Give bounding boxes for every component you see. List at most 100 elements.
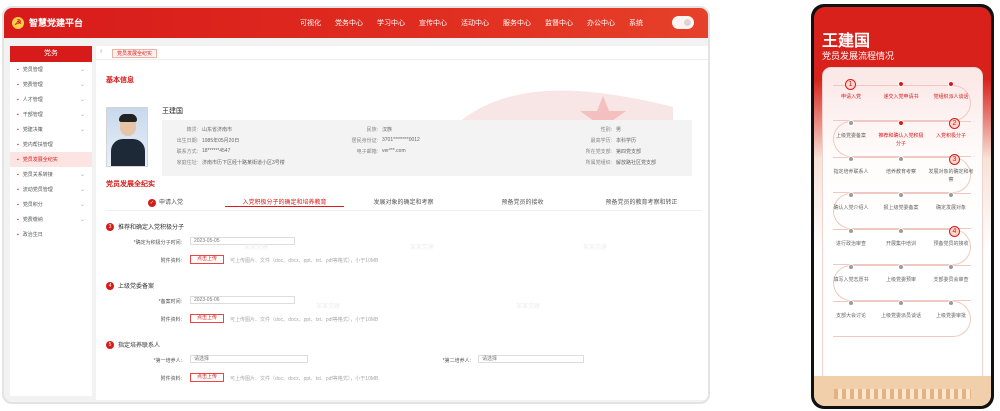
party-emblem-icon: ☭ <box>12 16 24 29</box>
flow-dot <box>898 228 904 234</box>
flow-dot <box>948 81 954 87</box>
flow-step-dot-3: 3 <box>949 154 960 165</box>
flow-step-review[interactable]: 进行政治审查 <box>828 240 874 248</box>
flow-dot <box>848 300 854 306</box>
mobile-flow-card: 1 申请入党 递交入党申请书 党组织派人谈话 2 入党积极分子 推荐和确认入党积… <box>822 67 983 387</box>
flow-dot <box>898 120 904 126</box>
sidebar-item-talent[interactable]: 人才管理⌄ <box>10 92 92 107</box>
desktop-window: ☭ 智慧党建平台 可视化 党务中心 学习中心 宣传中心 活动中心 服务中心 监督中… <box>2 6 710 404</box>
sidebar-item-transfer[interactable]: 党员关系转接⌄ <box>10 167 92 182</box>
flow-step-report[interactable]: 报上级党委备案 <box>878 204 924 212</box>
top-navigation-bar: ☭ 智慧党建平台 可视化 党务中心 学习中心 宣传中心 活动中心 服务中心 监督中… <box>4 8 708 38</box>
upload-label-1: 附件资料: <box>160 258 182 264</box>
flow-step-branch-review[interactable]: 支部委员会审查 <box>928 276 974 284</box>
back-arrow-icon[interactable]: ‹ <box>100 48 102 55</box>
flow-step-education[interactable]: 培养教育考察 <box>878 168 924 176</box>
step-apply[interactable]: 申请入党 <box>106 197 225 207</box>
basic-info-title: 基本信息 <box>106 77 134 84</box>
flow-step-dot-1: 1 <box>845 79 856 90</box>
upload-button-2[interactable]: 点击上传 <box>190 314 225 323</box>
field-value-phone: 18******4547 <box>202 148 231 154</box>
step-candidate[interactable]: 发展对象的确定和考察 <box>344 197 463 206</box>
sidebar-item-cadre[interactable]: 干部管理⌄ <box>10 107 92 122</box>
flow-dot <box>948 264 954 270</box>
sidebar-item-dues[interactable]: 党费管理⌄ <box>10 77 92 92</box>
nav-system[interactable]: 系统 <box>629 18 643 28</box>
flow-step-probationary[interactable]: 预备党员的接收 <box>928 240 974 248</box>
flow-step-approval[interactable]: 上级党委审批 <box>928 312 974 320</box>
nav-learning[interactable]: 学习中心 <box>377 18 405 28</box>
watermark: 某某党建 <box>516 304 541 310</box>
upload-button-3[interactable]: 点击上传 <box>190 373 225 382</box>
mobile-subtitle: 党员发展流程情况 <box>822 51 895 61</box>
flow-step-talk[interactable]: 党组织派人谈话 <box>928 93 974 101</box>
watermark: 某某党建 <box>410 245 435 251</box>
date-input-filing[interactable]: 2023-05-06 <box>190 296 295 304</box>
sidebar-item-points[interactable]: 党员积分⌄ <box>10 197 92 212</box>
field-label-email: 电子邮箱: <box>356 149 378 155</box>
field-label-phone: 联系方式: <box>176 149 198 155</box>
flow-dot <box>898 156 904 162</box>
flow-step-branch-meeting[interactable]: 支部大会讨论 <box>828 312 874 320</box>
chevron-down-icon: ⌄ <box>79 172 85 178</box>
flow-step-application-form[interactable]: 填写入党志愿书 <box>828 276 874 284</box>
nav-activities[interactable]: 活动中心 <box>461 18 489 28</box>
field-value-native-place: 山东省济南市 <box>202 127 233 133</box>
form-section-recommend: 3 推荐和确定入党积极分子 <box>106 222 184 231</box>
sidebar-item-political-birthday[interactable]: 政治生日 <box>10 227 92 242</box>
sidebar-header: 党务 <box>10 46 92 62</box>
nav-supervision[interactable]: 监督中心 <box>545 18 573 28</box>
flow-step-candidate[interactable]: 发展对象的确定和考察 <box>928 168 974 184</box>
sidebar-item-dues-payment[interactable]: 党费缴纳⌄ <box>10 212 92 227</box>
flow-dot <box>948 300 954 306</box>
sidebar-item-assistance[interactable]: 党内帮扶管理 <box>10 137 92 152</box>
basic-info-card: 王建国 籍贯: 山东省济南市 出生日期: 1985年05月20日 联系方式: 1… <box>106 102 696 198</box>
flow-dot <box>898 264 904 270</box>
nav-services[interactable]: 服务中心 <box>503 18 531 28</box>
upload-button-1[interactable]: 点击上传 <box>190 255 225 264</box>
chevron-down-icon: ⌄ <box>79 67 85 73</box>
upload-label-2: 附件资料: <box>160 317 182 323</box>
flow-step-recommend[interactable]: 推荐和确认入党积极分子 <box>878 132 924 148</box>
select-second-contact[interactable]: 请选择 <box>478 355 584 363</box>
step-activist[interactable]: 入党积极分子的确定和培养教育 <box>225 197 344 207</box>
sidebar-item-development-record[interactable]: 党员发展全纪实 <box>10 152 92 167</box>
sidebar-item-member-management[interactable]: 党员管理⌄ <box>10 62 92 77</box>
form-label-filing-date: *备案时间: <box>158 299 182 305</box>
upload-hint-3: 可上传图片、文件（doc、docx、ppt、txt、pdf等格式），小于10MB <box>230 376 379 382</box>
step-probationary[interactable]: 预备党员的接收 <box>463 197 582 206</box>
field-label-birth-date: 出生日期: <box>176 138 198 144</box>
flow-step-interview[interactable]: 上级党委派员谈话 <box>878 312 924 320</box>
flow-step-pre-approval[interactable]: 上级党委预审 <box>878 276 924 284</box>
field-value-gender: 男 <box>616 127 622 133</box>
flow-step-confirm-candidate[interactable]: 确定发展对象 <box>928 204 974 212</box>
tab-development-record[interactable]: 党员发展全纪实 <box>112 49 158 58</box>
nav-office[interactable]: 办公中心 <box>587 18 615 28</box>
date-input-activist[interactable]: 2023-05-05 <box>190 237 295 245</box>
sidebar-item-mobile-members[interactable]: 流动党员管理⌄ <box>10 182 92 197</box>
select-first-contact[interactable]: 请选择 <box>190 355 308 363</box>
chevron-down-icon: ⌄ <box>79 97 85 103</box>
chevron-down-icon: ⌄ <box>79 82 85 88</box>
flow-step-introducer[interactable]: 确认入党介绍人 <box>828 204 874 212</box>
mobile-device: 王建国 党员发展流程情况 1 申请入党 递交入党申请书 党组织派人谈话 2 入党… <box>811 4 994 409</box>
step-full-member[interactable]: 预备党员的教育考察和转正 <box>582 197 701 206</box>
nav-visualization[interactable]: 可视化 <box>300 18 321 28</box>
brand[interactable]: ☭ 智慧党建平台 <box>12 16 83 29</box>
nav-party-affairs[interactable]: 党务中心 <box>335 18 363 28</box>
flow-step-apply[interactable]: 申请入党 <box>828 93 874 101</box>
main-content: ‹ 党员发展全纪实 基本信息 王建国 籍贯: 山东省济南市 出生日期: 1985… <box>96 46 708 400</box>
theme-toggle[interactable] <box>672 16 694 29</box>
flow-step-activist[interactable]: 入党积极分子 <box>928 132 974 140</box>
flow-step-submit-application[interactable]: 递交入党申请书 <box>878 93 924 101</box>
flow-step-filing[interactable]: 上级党委备案 <box>828 132 874 140</box>
flow-step-contacts[interactable]: 指定培养联系人 <box>828 168 874 176</box>
field-value-education: 本科学历 <box>616 138 637 144</box>
flow-dot <box>848 264 854 270</box>
nav-publicity[interactable]: 宣传中心 <box>419 18 447 28</box>
flow-step-training[interactable]: 开展集中培训 <box>878 240 924 248</box>
sidebar-item-decision[interactable]: 党建决策⌄ <box>10 122 92 137</box>
field-value-organization: 解放路社区党支部 <box>616 160 657 166</box>
flow-dot <box>848 192 854 198</box>
progress-title: 党员发展全纪实 <box>106 181 155 188</box>
